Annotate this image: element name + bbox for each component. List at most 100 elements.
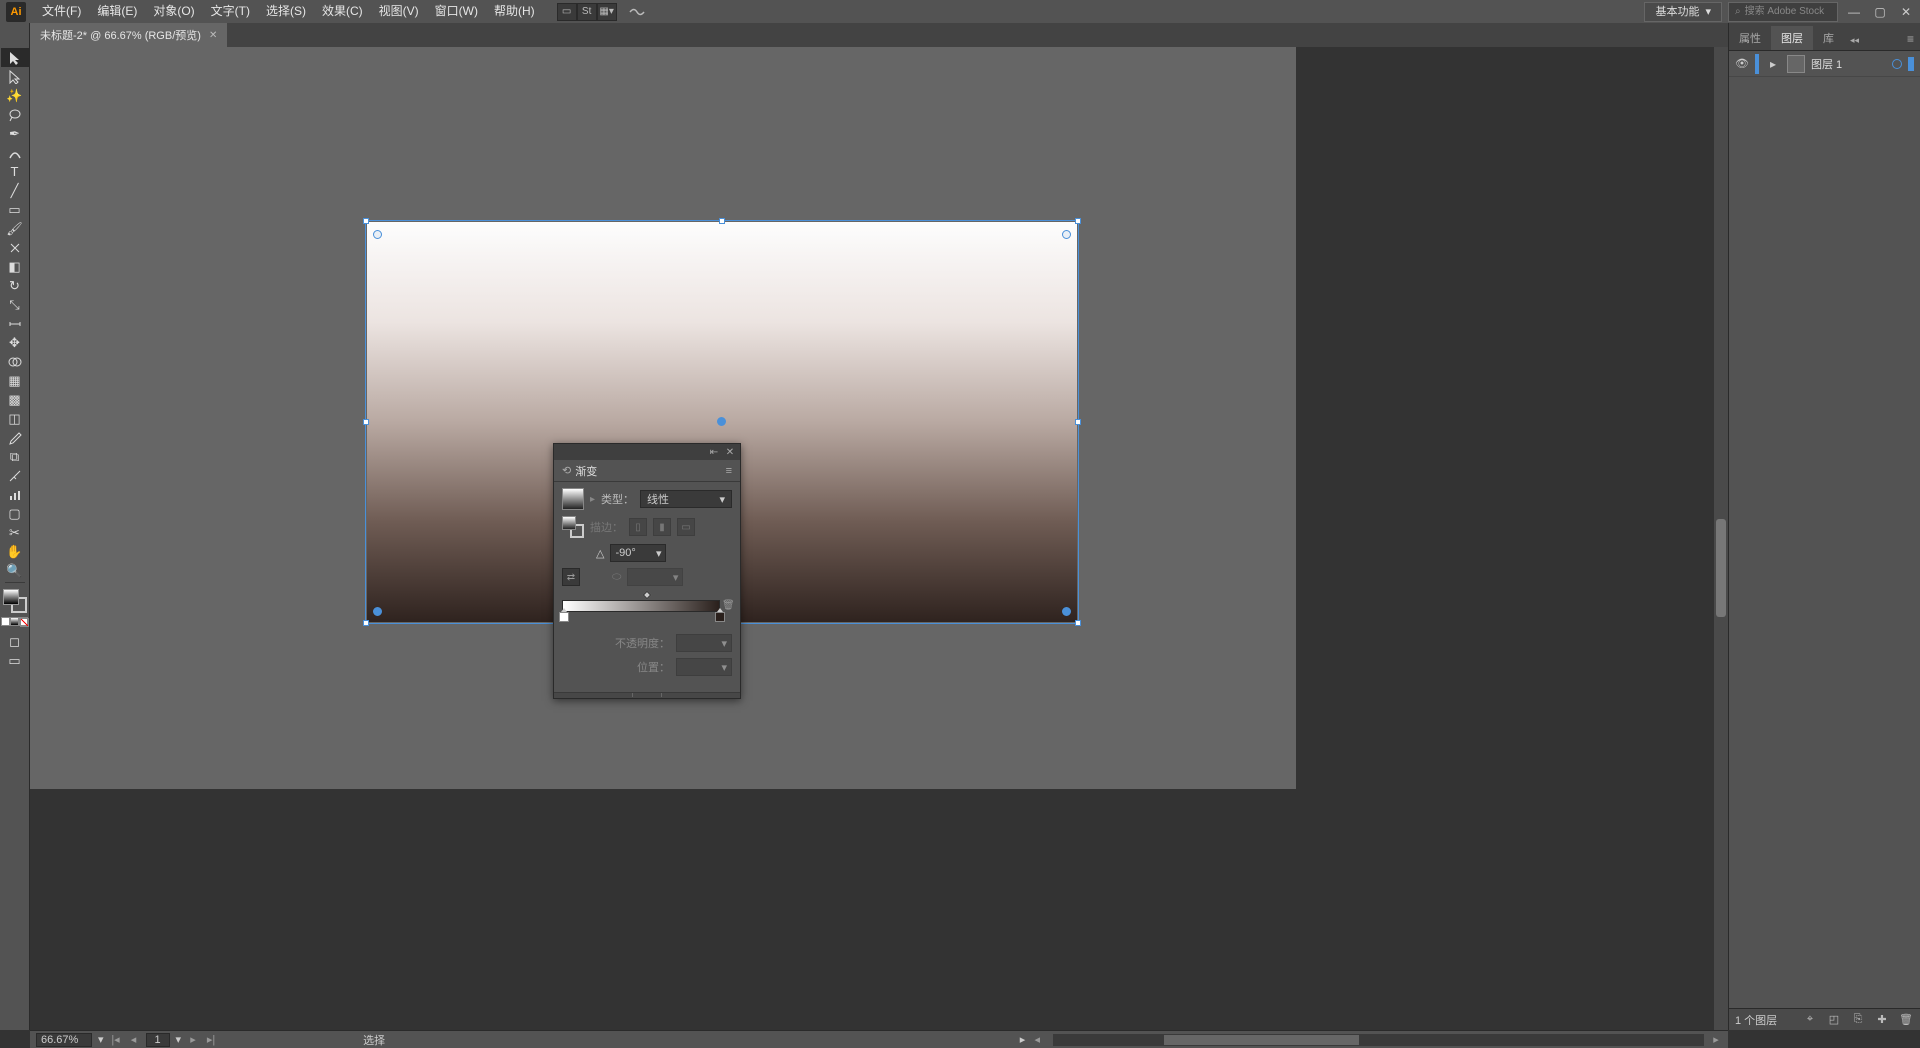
handle-n[interactable] (719, 218, 725, 224)
eraser-tool[interactable]: ◧ (1, 257, 29, 276)
stock-icon[interactable]: St (577, 3, 597, 21)
eyedropper-tool[interactable] (1, 428, 29, 447)
gradient-tool[interactable]: ◫ (1, 409, 29, 428)
gradient-track[interactable] (562, 600, 720, 612)
layer-row[interactable]: 👁 ▸ 图层 1 (1729, 51, 1920, 77)
reverse-gradient-icon[interactable]: ⇄ (562, 568, 580, 586)
angle-input[interactable]: -90° ▾ (610, 544, 666, 562)
new-layer-icon[interactable]: ✚ (1874, 1012, 1890, 1028)
scale-tool[interactable]: ⤡ (1, 295, 29, 314)
symbol-sprayer-tool[interactable] (1, 466, 29, 485)
menu-edit[interactable]: 编辑(E) (89, 0, 145, 23)
workspace-switcher[interactable]: 基本功能 ▾ (1644, 2, 1722, 22)
scroll-right-icon[interactable]: ▸ (1710, 1033, 1722, 1046)
direct-selection-tool[interactable] (1, 67, 29, 86)
anchor-ne[interactable] (1062, 230, 1071, 239)
fill-stroke-mini[interactable] (562, 516, 584, 538)
free-transform-tool[interactable]: ✥ (1, 333, 29, 352)
shape-builder-tool[interactable] (1, 352, 29, 371)
artboard-tool[interactable]: ▢ (1, 504, 29, 523)
type-tool[interactable]: T (1, 162, 29, 181)
rotate-tool[interactable]: ↻ (1, 276, 29, 295)
arrange-icon[interactable]: ▦▾ (597, 3, 617, 21)
line-tool[interactable]: ╱ (1, 181, 29, 200)
color-mode-none[interactable] (19, 617, 28, 626)
link-icon[interactable]: ⟲ (562, 464, 571, 477)
hand-tool[interactable]: ✋ (1, 542, 29, 561)
new-sublayer-icon[interactable]: ⎘ (1850, 1012, 1866, 1028)
horizontal-scrollbar[interactable] (1053, 1034, 1704, 1046)
column-graph-tool[interactable] (1, 485, 29, 504)
curvature-tool[interactable] (1, 143, 29, 162)
minimize-button[interactable]: — (1844, 3, 1864, 21)
lasso-tool[interactable] (1, 105, 29, 124)
search-input[interactable]: ⌕搜索 Adobe Stock (1728, 2, 1838, 22)
screen-mode[interactable]: ▭ (1, 651, 29, 670)
perspective-grid-tool[interactable]: ▦ (1, 371, 29, 390)
last-artboard-icon[interactable]: ▸| (205, 1033, 217, 1046)
paintbrush-tool[interactable]: 🖌 (1, 219, 29, 238)
zoom-field[interactable]: 66.67% (36, 1033, 92, 1047)
menu-file[interactable]: 文件(F) (34, 0, 89, 23)
zoom-dropdown-icon[interactable]: ▾ (98, 1033, 104, 1046)
handle-ne[interactable] (1075, 218, 1081, 224)
rectangle-tool[interactable]: ▭ (1, 200, 29, 219)
menu-view[interactable]: 视图(V) (371, 0, 427, 23)
visibility-toggle-icon[interactable]: 👁 (1735, 57, 1749, 70)
type-dropdown[interactable]: 线性 ▾ (640, 490, 732, 508)
selection-indicator[interactable] (1908, 57, 1914, 71)
slice-tool[interactable]: ✂ (1, 523, 29, 542)
anchor-sw[interactable] (373, 607, 382, 616)
gradient-tab[interactable]: 渐变 (575, 463, 597, 479)
handle-sw[interactable] (363, 620, 369, 626)
tab-properties[interactable]: 属性 (1729, 26, 1771, 50)
anchor-center[interactable] (717, 417, 726, 426)
scrollbar-thumb[interactable] (1164, 1035, 1359, 1045)
target-icon[interactable] (1892, 59, 1902, 69)
close-icon[interactable]: ✕ (209, 30, 217, 41)
doc-icon[interactable]: ▭ (557, 3, 577, 21)
collapse-panel-icon[interactable]: ◂◂ (1844, 31, 1865, 50)
menu-window[interactable]: 窗口(W) (427, 0, 486, 23)
blend-tool[interactable]: ⧉ (1, 447, 29, 466)
delete-stop-icon[interactable]: 🗑 (722, 600, 734, 612)
selection-tool[interactable] (1, 48, 29, 67)
next-artboard-icon[interactable]: ▸ (187, 1033, 199, 1046)
close-button[interactable]: ✕ (1896, 3, 1916, 21)
handle-se[interactable] (1075, 620, 1081, 626)
mesh-tool[interactable]: ▩ (1, 390, 29, 409)
swatch-dropdown-icon[interactable]: ▸ (590, 494, 595, 505)
fill-stroke-swatch[interactable] (3, 589, 27, 613)
maximize-button[interactable]: ▢ (1870, 3, 1890, 21)
panel-menu-icon[interactable]: ≡ (726, 465, 732, 477)
gradient-stop-start[interactable] (559, 612, 569, 624)
menu-type[interactable]: 文字(T) (203, 0, 258, 23)
color-mode-gradient[interactable] (10, 617, 19, 626)
menu-help[interactable]: 帮助(H) (486, 0, 543, 23)
scroll-left-icon[interactable]: ◂ (1031, 1033, 1043, 1046)
menu-effect[interactable]: 效果(C) (314, 0, 371, 23)
draw-mode-normal[interactable]: ◻ (1, 632, 29, 651)
artboard-number[interactable]: 1 (146, 1033, 170, 1047)
layer-name[interactable]: 图层 1 (1811, 56, 1886, 72)
locate-object-icon[interactable]: ⌖ (1802, 1012, 1818, 1028)
magic-wand-tool[interactable]: ✨ (1, 86, 29, 105)
vertical-scrollbar[interactable] (1714, 47, 1728, 1030)
artboard-dropdown-icon[interactable]: ▾ (176, 1033, 182, 1046)
tab-layers[interactable]: 图层 (1771, 26, 1813, 50)
layer-thumbnail[interactable] (1787, 55, 1805, 73)
menu-object[interactable]: 对象(O) (145, 0, 202, 23)
collapse-icon[interactable]: ⇤ (708, 446, 720, 458)
pen-tool[interactable]: ✒ (1, 124, 29, 143)
gradient-swatch[interactable] (562, 488, 584, 510)
delete-layer-icon[interactable]: 🗑 (1898, 1012, 1914, 1028)
gradient-stop-end[interactable] (715, 612, 725, 624)
status-menu-icon[interactable]: ▸ (1020, 1033, 1026, 1046)
tab-libraries[interactable]: 库 (1813, 26, 1844, 50)
width-tool[interactable] (1, 314, 29, 333)
document-tab[interactable]: 未标题-2* @ 66.67% (RGB/预览) ✕ (30, 23, 227, 47)
anchor-se[interactable] (1062, 607, 1071, 616)
prev-artboard-icon[interactable]: ◂ (128, 1033, 140, 1046)
handle-nw[interactable] (363, 218, 369, 224)
zoom-tool[interactable]: 🔍 (1, 561, 29, 580)
